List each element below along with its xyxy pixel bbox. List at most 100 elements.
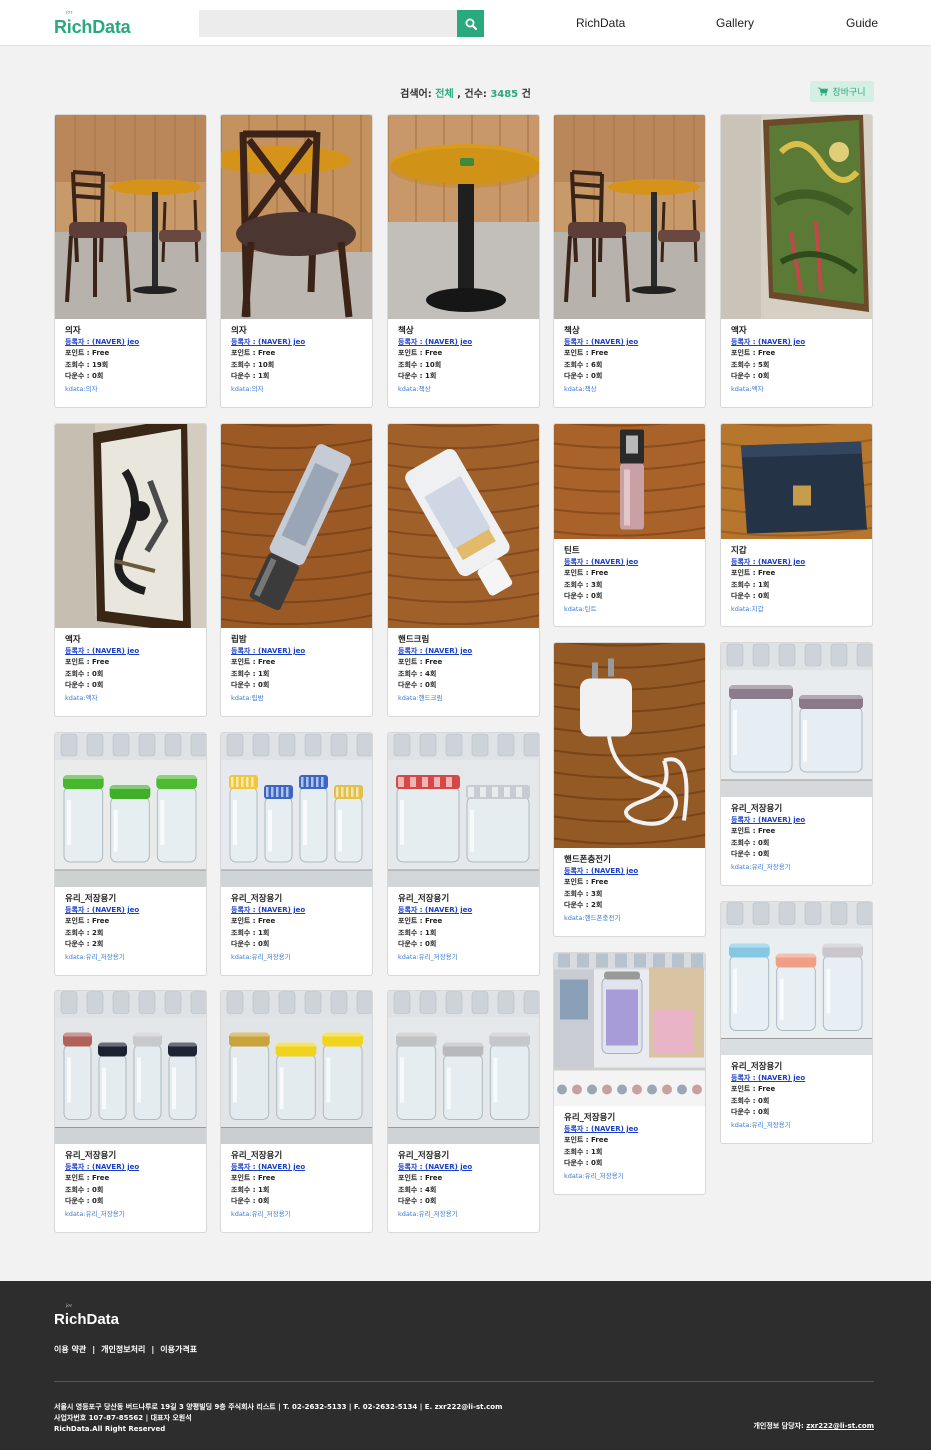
gallery-card[interactable]: 유리_저장용기 등록자 : (NAVER) jeo 포인트 : Free 조회수 : … [220, 732, 373, 976]
gallery-card[interactable]: 책상 등록자 : (NAVER) jeo 포인트 : Free 조회수 : 6회 다운수… [553, 114, 706, 408]
card-download-count: 다운수 : 0회 [231, 681, 270, 689]
card-thumbnail[interactable] [388, 733, 539, 887]
search-input[interactable] [199, 10, 458, 37]
card-registrant-link[interactable]: 등록자 : (NAVER) jeo [65, 1162, 196, 1173]
privacy-link[interactable]: 개인정보처리 [101, 1345, 145, 1354]
footer-logo[interactable]: ʲᵒᶦ RichData [54, 1303, 119, 1328]
card-thumbnail[interactable] [55, 733, 206, 887]
card-download-count: 다운수 : 2회 [564, 901, 603, 909]
card-download-count: 다운수 : 0회 [231, 1197, 270, 1205]
card-registrant-link[interactable]: 등록자 : (NAVER) jeo [731, 815, 862, 826]
gallery-card[interactable]: 유리_저장용기 등록자 : (NAVER) jeo 포인트 : Free 조회수 : … [720, 642, 873, 886]
card-tag: kdata:유리_저장용기 [564, 1171, 624, 1180]
card-thumbnail[interactable] [221, 424, 372, 628]
card-info: 유리_저장용기 등록자 : (NAVER) jeo 포인트 : Free 조회수 : … [721, 1055, 872, 1132]
card-registrant-link[interactable]: 등록자 : (NAVER) jeo [65, 646, 196, 657]
card-registrant-link[interactable]: 등록자 : (NAVER) jeo [398, 337, 529, 348]
card-thumbnail[interactable] [721, 643, 872, 797]
card-thumbnail[interactable] [721, 115, 872, 319]
gallery-card[interactable]: 유리_저장용기 등록자 : (NAVER) jeo 포인트 : Free 조회수 : … [720, 901, 873, 1144]
card-registrant-link[interactable]: 등록자 : (NAVER) jeo [564, 1124, 695, 1135]
gallery-card[interactable]: 유리_저장용기 등록자 : (NAVER) jeo 포인트 : Free 조회수 : … [387, 990, 540, 1233]
gallery-card[interactable]: 유리_저장용기 등록자 : (NAVER) jeo 포인트 : Free 조회수 : … [220, 990, 373, 1233]
card-thumbnail[interactable] [55, 424, 206, 628]
gallery-card[interactable]: 의자 등록자 : (NAVER) jeo 포인트 : Free 조회수 : 19회 다운… [54, 114, 207, 408]
gallery-card[interactable]: 책상 등록자 : (NAVER) jeo 포인트 : Free 조회수 : 10회 다운… [387, 114, 540, 408]
card-registrant-link[interactable]: 등록자 : (NAVER) jeo [564, 866, 695, 877]
card-thumbnail[interactable] [55, 991, 206, 1144]
card-thumbnail[interactable] [554, 115, 705, 319]
card-tag: kdata:유리_저장용기 [65, 952, 125, 961]
card-registrant-link[interactable]: 등록자 : (NAVER) jeo [731, 337, 862, 348]
nav-guide[interactable]: Guide [846, 16, 878, 30]
gallery-card[interactable]: 지갑 등록자 : (NAVER) jeo 포인트 : Free 조회수 : 1회 다운수… [720, 423, 873, 627]
nav-gallery[interactable]: Gallery [716, 16, 754, 30]
card-thumbnail[interactable] [221, 115, 372, 319]
link-separator: | [151, 1345, 155, 1354]
card-info: 책상 등록자 : (NAVER) jeo 포인트 : Free 조회수 : 6회 다운수… [554, 319, 705, 396]
card-registrant-link[interactable]: 등록자 : (NAVER) jeo [65, 337, 196, 348]
site-logo[interactable]: ʲᵒᶦ RichData [54, 10, 144, 38]
card-registrant-link[interactable]: 등록자 : (NAVER) jeo [65, 905, 196, 916]
card-registrant-link[interactable]: 등록자 : (NAVER) jeo [398, 646, 529, 657]
gallery-card[interactable]: 유리_저장용기 등록자 : (NAVER) jeo 포인트 : Free 조회수 : … [54, 732, 207, 976]
card-thumbnail[interactable] [388, 115, 539, 319]
gallery-card[interactable]: 액자 등록자 : (NAVER) jeo 포인트 : Free 조회수 : 5회 다운수… [720, 114, 873, 408]
card-points: 포인트 : Free [65, 917, 110, 925]
photo-jar-green [55, 733, 206, 887]
card-thumbnail[interactable] [221, 991, 372, 1144]
card-thumbnail[interactable] [554, 953, 705, 1106]
gallery-card[interactable]: 핸드크림 등록자 : (NAVER) jeo 포인트 : Free 조회수 : 4회 다… [387, 423, 540, 717]
card-registrant-link[interactable]: 등록자 : (NAVER) jeo [398, 905, 529, 916]
card-thumbnail[interactable] [554, 424, 705, 539]
card-registrant-link[interactable]: 등록자 : (NAVER) jeo [231, 1162, 362, 1173]
search-button[interactable] [457, 10, 484, 37]
card-title: 의자 [231, 326, 247, 336]
card-registrant-link[interactable]: 등록자 : (NAVER) jeo [398, 1162, 529, 1173]
gallery-card[interactable]: 액자 등록자 : (NAVER) jeo 포인트 : Free 조회수 : 0회 다운수… [54, 423, 207, 717]
gallery-card[interactable]: 유리_저장용기 등록자 : (NAVER) jeo 포인트 : Free 조회수 : … [387, 732, 540, 976]
terms-link[interactable]: 이용 약관 [54, 1345, 86, 1354]
card-download-count: 다운수 : 0회 [398, 681, 437, 689]
nav-richdata[interactable]: RichData [576, 16, 625, 30]
card-thumbnail[interactable] [721, 424, 872, 539]
card-registrant-link[interactable]: 등록자 : (NAVER) jeo [231, 646, 362, 657]
gallery-card[interactable]: 유리_저장용기 등록자 : (NAVER) jeo 포인트 : Free 조회수 : … [54, 990, 207, 1233]
card-thumbnail[interactable] [388, 424, 539, 628]
card-info: 유리_저장용기 등록자 : (NAVER) jeo 포인트 : Free 조회수 : … [388, 1144, 539, 1221]
card-registrant-link[interactable]: 등록자 : (NAVER) jeo [731, 557, 862, 568]
card-registrant-link[interactable]: 등록자 : (NAVER) jeo [731, 1073, 862, 1084]
card-view-count: 조회수 : 2회 [65, 928, 104, 937]
card-thumbnail[interactable] [721, 902, 872, 1055]
cart-icon [818, 87, 829, 96]
card-thumbnail[interactable] [554, 643, 705, 848]
gallery-card[interactable]: 핸드폰충전기 등록자 : (NAVER) jeo 포인트 : Free 조회수 : 3… [553, 642, 706, 937]
card-points: 포인트 : Free [231, 658, 276, 666]
gallery-card[interactable]: 틴트 등록자 : (NAVER) jeo 포인트 : Free 조회수 : 3회 다운수… [553, 423, 706, 627]
footer-divider [54, 1381, 874, 1382]
card-thumbnail[interactable] [55, 115, 206, 319]
card-registrant-link[interactable]: 등록자 : (NAVER) jeo [564, 557, 695, 568]
card-info: 유리_저장용기 등록자 : (NAVER) jeo 포인트 : Free 조회수 : … [55, 1144, 206, 1221]
card-registrant-link[interactable]: 등록자 : (NAVER) jeo [231, 337, 362, 348]
card-download-count: 다운수 : 0회 [65, 1197, 104, 1205]
card-registrant-link[interactable]: 등록자 : (NAVER) jeo [564, 337, 695, 348]
card-thumbnail[interactable] [221, 733, 372, 887]
cart-button[interactable]: 장바구니 [810, 81, 874, 102]
card-thumbnail[interactable] [388, 991, 539, 1144]
photo-jar-metal [55, 991, 206, 1144]
card-download-count: 다운수 : 0회 [398, 1197, 437, 1205]
card-title: 핸드폰충전기 [564, 855, 611, 865]
gallery-card[interactable]: 의자 등록자 : (NAVER) jeo 포인트 : Free 조회수 : 10회 다운… [220, 114, 373, 408]
gallery-card[interactable]: 유리_저장용기 등록자 : (NAVER) jeo 포인트 : Free 조회수 : … [553, 952, 706, 1195]
card-title: 립밤 [231, 635, 247, 645]
photo-jar-pastel [721, 902, 872, 1055]
search-icon [465, 18, 477, 30]
pricing-link[interactable]: 이용가격표 [160, 1345, 197, 1354]
contact-email-link[interactable]: zxr222@li-st.com [806, 1422, 874, 1430]
count-label: , 건수: [457, 89, 487, 100]
card-download-count: 다운수 : 0회 [731, 850, 770, 858]
card-points: 포인트 : Free [731, 569, 776, 577]
gallery-card[interactable]: 립밤 등록자 : (NAVER) jeo 포인트 : Free 조회수 : 1회 다운수… [220, 423, 373, 717]
card-registrant-link[interactable]: 등록자 : (NAVER) jeo [231, 905, 362, 916]
